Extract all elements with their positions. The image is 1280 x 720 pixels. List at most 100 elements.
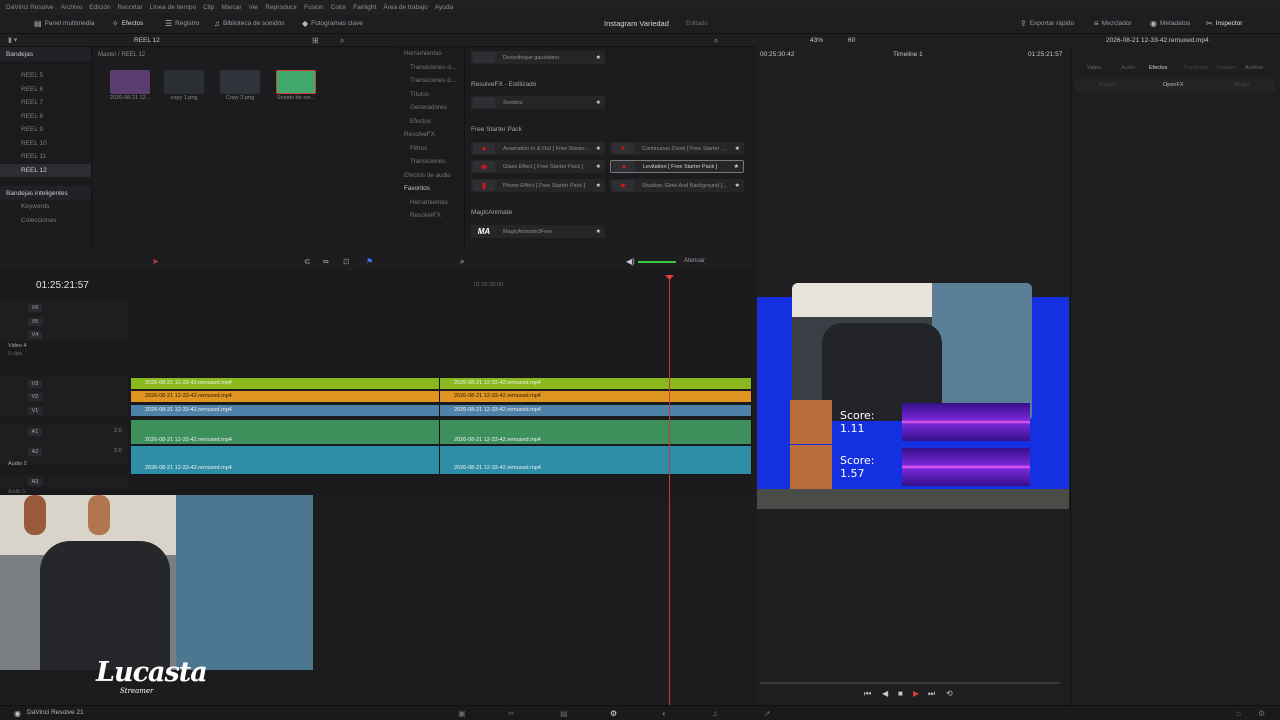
fx-continuous-zoom[interactable]: ✶ Continuous Zoom [ Free Starter ... ★ (610, 142, 744, 155)
panel-toggle-icon[interactable]: ▮ ▾ (8, 36, 17, 44)
favorite-star-icon[interactable]: ★ (596, 163, 601, 170)
menu-item-edicion[interactable]: Edición (89, 4, 110, 11)
menu-item-color[interactable]: Color (331, 4, 347, 11)
menu-item-reproducir[interactable]: Reproducir (265, 4, 297, 11)
track-header-v6[interactable]: V6 (0, 301, 128, 314)
effects-button[interactable]: ✧ Efectos (112, 19, 143, 28)
fps-value[interactable]: 60 (848, 37, 855, 44)
fusion-page-icon[interactable]: ⚙ (610, 709, 617, 718)
media-thumb-1[interactable] (110, 70, 150, 94)
mixer-button[interactable]: ≡ Mezclador (1094, 19, 1132, 28)
subtab-openfx[interactable]: OpenFX (1163, 82, 1183, 88)
edit-page-icon[interactable]: ▤ (560, 709, 568, 718)
menu-item-fairlight[interactable]: Fairlight (353, 4, 376, 11)
menu-item-archivo[interactable]: Archivo (61, 4, 83, 11)
favorite-star-icon[interactable]: ★ (596, 99, 601, 106)
fx-section-magicanimate[interactable]: MagicAnimate (471, 209, 512, 216)
tree-titles[interactable]: Títulos (390, 88, 464, 102)
settings-icon[interactable]: ⚙ (1258, 709, 1265, 718)
favorite-star-icon[interactable]: ★ (734, 163, 739, 170)
keyframes-button[interactable]: ◆ Fotogramas clave (302, 19, 363, 28)
tree-audio-effects[interactable]: Efectos de audio (390, 169, 464, 183)
clip-v1-b[interactable]: 2026-08-21 12-33-42.remuxed.mp4 (440, 405, 752, 416)
tree-audio-transitions[interactable]: Transiciones d... (390, 74, 464, 88)
clip-a2-a[interactable]: 2026-08-21 12-33-42.remuxed.mp4 (131, 446, 440, 474)
inspector-tab-effects[interactable]: Efectos (1149, 65, 1167, 71)
subtab-fusion[interactable]: Fusion (1099, 82, 1116, 88)
inspector-tab-transition[interactable]: Transición (1183, 65, 1208, 71)
tree-filters[interactable]: Filtros (390, 142, 464, 156)
track-header-v2[interactable]: V2 (0, 390, 128, 403)
bin-reel-5[interactable]: REEL 5 (0, 69, 91, 83)
skip-forward-icon[interactable]: ⏭ (928, 689, 935, 699)
deliver-page-icon[interactable]: ➚ (764, 709, 771, 718)
fx-glass-effect[interactable]: ◆ Glass Effect [ Free Starter Pack ] ★ (471, 160, 605, 173)
bin-reel-7[interactable]: REEL 7 (0, 96, 91, 110)
favorite-star-icon[interactable]: ★ (596, 54, 601, 61)
tree-toolbox[interactable]: Herramientas (390, 47, 464, 61)
tree-resolvefx[interactable]: ResolveFX (390, 128, 464, 142)
attenuate-label[interactable]: Atenuar (684, 258, 705, 264)
menu-item-ver[interactable]: Ver (249, 4, 259, 11)
media-thumb-4[interactable] (276, 70, 316, 94)
volume-slider[interactable] (638, 261, 676, 263)
skip-back-icon[interactable]: ⏮ (864, 689, 871, 699)
search-fx-icon[interactable]: ⌕ (714, 36, 718, 46)
menu-item-recortar[interactable]: Recortar (118, 4, 143, 11)
favorite-star-icon[interactable]: ★ (735, 182, 740, 189)
search-icon[interactable]: ⌕ (340, 36, 344, 46)
grid-view-icon[interactable]: ⊞ (312, 36, 319, 45)
menu-item-area[interactable]: Área de trabajo (383, 4, 427, 11)
bin-reel-12[interactable]: REEL 12 (0, 163, 91, 177)
smart-bins-header[interactable]: Bandejas inteligentes (0, 186, 91, 200)
zoom-icon[interactable]: ⌕ (460, 257, 464, 267)
link-icon[interactable]: ∞ (323, 257, 329, 266)
lock-icon[interactable]: ⊡ (343, 257, 350, 266)
fairlight-page-icon[interactable]: ♫ (712, 709, 718, 718)
timeline-name[interactable]: Timeline 1 (893, 51, 923, 58)
tree-effects[interactable]: Efectos (390, 115, 464, 129)
bin-reel-6[interactable]: REEL 6 (0, 83, 91, 97)
track-header-a1[interactable]: A1 2.0 (0, 425, 128, 445)
track-header-a3[interactable]: A3 (0, 475, 128, 487)
tree-favorites[interactable]: Favoritos (390, 182, 464, 196)
clip-a1-a[interactable]: 2026-08-21 12-33-42.remuxed.mp4 (131, 420, 440, 444)
track-header-v5[interactable]: V5 (0, 315, 128, 328)
media-thumb-3[interactable] (220, 70, 260, 94)
menu-item-ayuda[interactable]: Ayuda (435, 4, 453, 11)
track-header-v4[interactable]: V4 (0, 328, 128, 341)
menu-item-davinci[interactable]: DaVinci Resolve (6, 4, 54, 11)
viewer-scrubber[interactable] (760, 682, 1060, 684)
fx-section-stylize[interactable]: ResolveFX - Estilizado (471, 81, 536, 88)
menu-item-marcar[interactable]: Marcar (221, 4, 241, 11)
fx-magicanimate[interactable]: MA MagicAnimate3Free ★ (471, 225, 605, 238)
menu-item-fusion[interactable]: Fusion (304, 4, 324, 11)
selection-tool-icon[interactable]: ➤ (152, 257, 159, 266)
fx-levitation[interactable]: ● Levitation [ Free Starter Pack ] ★ (610, 160, 744, 173)
favorite-star-icon[interactable]: ★ (735, 145, 740, 152)
bin-reel-9[interactable]: REEL 9 (0, 123, 91, 137)
index-button[interactable]: ☰ Registro (165, 19, 199, 28)
fx-anamation[interactable]: ● Anamation In & Out [ Free Starter... ★ (471, 142, 605, 155)
smart-bin-keywords[interactable]: Keywords (0, 200, 91, 214)
fx-section-starter-pack[interactable]: Free Starter Pack (471, 126, 522, 133)
inspector-tab-audio[interactable]: Audio (1121, 65, 1135, 71)
fx-phone-effect[interactable]: ▮ Phone Effect [ Free Starter Pack ] ★ (471, 179, 605, 192)
clip-a2-b[interactable]: 2026-08-21 12-33-42.remuxed.mp4 (440, 446, 752, 474)
home-icon[interactable]: ⌂ (1236, 709, 1241, 718)
color-page-icon[interactable]: ◐ (662, 709, 667, 718)
tree-video-transitions[interactable]: Transiciones d... (390, 61, 464, 75)
media-page-icon[interactable]: ▣ (458, 709, 466, 718)
tree-fav-resolvefx[interactable]: ResolveFX (390, 209, 464, 223)
playhead[interactable] (669, 275, 670, 705)
clip-v2-b[interactable]: 2026-08-21 12-33-42.remuxed.mp4 (440, 391, 752, 402)
inspector-tab-file[interactable]: Archivo (1245, 65, 1263, 71)
fx-shadow-glow[interactable]: ★ Shadow, Glow And Background [... ★ (610, 179, 744, 192)
clip-v3-b[interactable]: 2026-08-21 12-33-42.remuxed.mp4 (440, 378, 752, 389)
favorite-star-icon[interactable]: ★ (596, 228, 601, 235)
sound-library-button[interactable]: ♫ Biblioteca de sonidos (214, 19, 284, 28)
clip-v3-a[interactable]: 2026-08-21 12-33-42.remuxed.mp4 (131, 378, 440, 389)
bin-reel-11[interactable]: REEL 11 (0, 150, 91, 164)
tree-fav-toolbox[interactable]: Herramientas (390, 196, 464, 210)
subtab-audio[interactable]: Audio (1235, 82, 1249, 88)
